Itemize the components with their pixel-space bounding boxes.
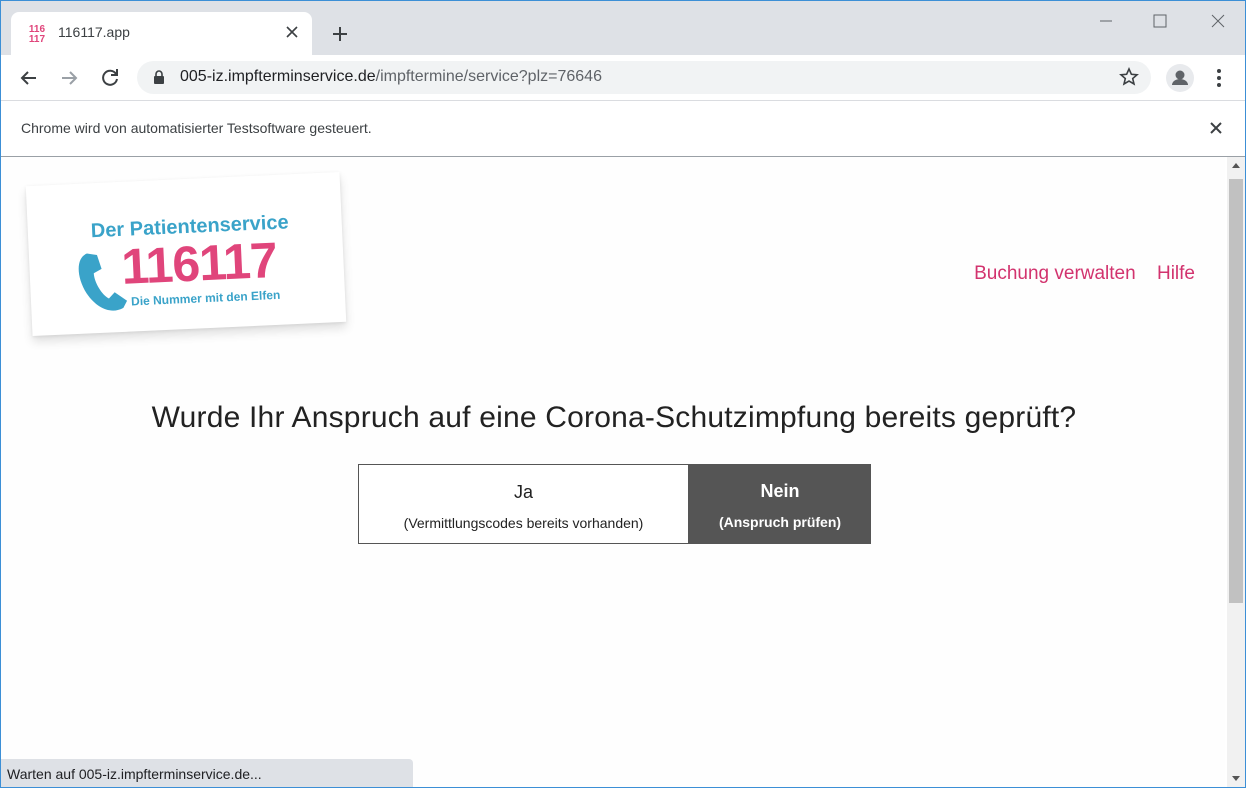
lock-icon [154, 70, 164, 84]
yes-sublabel: (Vermittlungscodes bereits vorhanden) [403, 515, 644, 531]
status-text: Warten auf 005-iz.impfterminservice.de..… [7, 766, 262, 782]
menu-kebab-icon[interactable] [1209, 65, 1229, 91]
no-label: Nein [760, 481, 800, 501]
yes-label: Ja [513, 482, 533, 502]
url-path: /impftermine/service?plz=76646 [375, 68, 602, 85]
header-nav: Buchung verwalten Hilfe [958, 263, 1195, 285]
url-text: 005-iz.impfterminservice.de/impftermine/… [180, 68, 602, 86]
minimize-icon[interactable] [1092, 9, 1120, 33]
new-tab-icon[interactable] [328, 22, 352, 46]
url-host: 005-iz.impfterminservice.de [180, 68, 376, 85]
help-link[interactable]: Hilfe [1157, 263, 1195, 284]
back-arrow-icon[interactable] [16, 65, 42, 91]
page-content: Der Patientenservice 116117 Die Nummer m… [1, 157, 1225, 787]
eligibility-question: Wurde Ihr Anspruch auf eine Corona-Schut… [151, 401, 1077, 434]
infobar-close-icon[interactable] [1205, 117, 1227, 139]
bookmark-star-icon[interactable] [1119, 67, 1139, 87]
automation-infobar: Chrome wird von automatisierter Testsoft… [1, 101, 1245, 157]
profile-avatar-icon[interactable] [1166, 64, 1194, 92]
scroll-thumb[interactable] [1229, 179, 1243, 603]
no-sublabel: (Anspruch prüfen) [718, 514, 842, 530]
browser-window: 116 117 116117.app 005-iz.impfterminserv… [0, 0, 1246, 788]
logo-graphic: Der Patientenservice 116117 Die Nummer m… [78, 211, 289, 311]
manage-booking-link[interactable]: Buchung verwalten [974, 263, 1136, 284]
logo[interactable]: Der Patientenservice 116117 Die Nummer m… [25, 171, 347, 337]
tab-close-icon[interactable] [281, 21, 303, 43]
tab-strip: 116 117 116117.app [1, 1, 1245, 55]
logo-number: 116117 [120, 232, 278, 295]
page-scrollbar[interactable] [1227, 157, 1245, 787]
tab-title: 116117.app [58, 24, 130, 40]
infobar-text: Chrome wird von automatisierter Testsoft… [21, 120, 372, 136]
maximize-icon[interactable] [1146, 9, 1174, 33]
browser-tab[interactable]: 116 117 116117.app [11, 12, 312, 55]
browser-toolbar: 005-iz.impfterminservice.de/impftermine/… [1, 55, 1245, 101]
favicon-bottom: 117 [29, 34, 46, 44]
scroll-down-arrow-icon[interactable] [1232, 776, 1240, 781]
favicon-icon: 116 117 [29, 24, 46, 44]
close-window-icon[interactable] [1204, 9, 1232, 33]
forward-arrow-icon[interactable] [56, 65, 82, 91]
no-option-button[interactable]: Nein (Anspruch prüfen) [689, 464, 871, 544]
reload-icon[interactable] [97, 65, 123, 91]
yes-option-button[interactable]: Ja (Vermittlungscodes bereits vorhanden) [358, 464, 689, 544]
address-bar[interactable]: 005-iz.impfterminservice.de/impftermine/… [137, 61, 1151, 94]
status-bubble: Warten auf 005-iz.impfterminservice.de..… [1, 759, 413, 787]
phone-icon [78, 253, 128, 311]
scroll-up-arrow-icon[interactable] [1232, 163, 1240, 168]
